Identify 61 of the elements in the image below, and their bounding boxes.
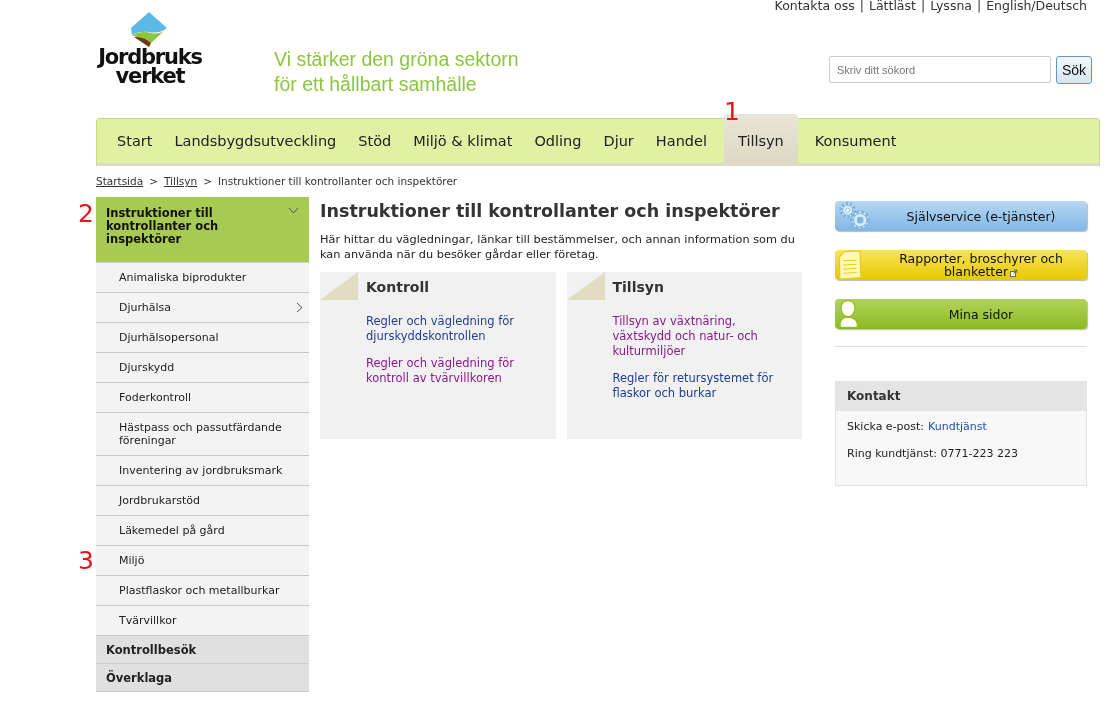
sidebar-subitem[interactable]: Foderkontroll	[96, 383, 309, 413]
sidebar-item[interactable]: Överklaga	[96, 664, 309, 692]
sidebar-subitem[interactable]: Läkemedel på gård	[96, 516, 309, 546]
sidebar-subitem[interactable]: Djurhälsopersonal	[96, 323, 309, 353]
chevron-right-icon	[296, 302, 303, 313]
logo-text: Jordbruks verket	[98, 48, 202, 86]
sidebar-subitem[interactable]: Hästpass och passutfärdande föreningar	[96, 413, 309, 456]
service-button[interactable]: Mina sidor	[835, 299, 1087, 329]
nav-tab[interactable]: Konsument	[803, 119, 908, 163]
utility-link[interactable]: Lyssna	[930, 0, 972, 13]
annotation-number: 2	[78, 201, 94, 226]
breadcrumb-current: Instruktioner till kontrollanter och inspektörer	[217, 175, 458, 187]
corner-fold-icon	[320, 272, 358, 300]
corner-fold-icon	[566, 272, 605, 300]
breadcrumb-separator: >	[149, 175, 158, 187]
card-title: Kontroll	[366, 279, 429, 295]
tagline: Vi stärker den gröna sektorn för ett hållbart samhälle	[274, 47, 519, 97]
nav-tab[interactable]: Djur	[592, 119, 645, 163]
nav-tab[interactable]: Handel	[644, 119, 718, 163]
contact-title: Kontakt	[836, 382, 1086, 411]
card-link[interactable]: Regler och vägledning för djurskyddskontrollen	[366, 314, 546, 344]
annotation-number: 3	[78, 548, 94, 573]
phone-text: Ring kundtjänst: 0771-223 223	[847, 447, 1019, 461]
sidebar-subitem[interactable]: Tvärvillkor	[96, 606, 309, 636]
sidebar-subitem[interactable]: Inventering av jordbruksmark	[96, 456, 309, 486]
card-link[interactable]: Regler för retursystemet för flaskor och burkar	[612, 371, 792, 401]
card-title: Tillsyn	[612, 279, 664, 295]
search-button[interactable]: Sök	[1055, 56, 1092, 84]
utility-link[interactable]: Kontakta oss	[774, 0, 855, 13]
intro-text: Här hittar du vägledningar, länkar till bestämmelser, och annan information som du kan använda när du besöker gårdar eller företag.	[320, 232, 796, 262]
sidebar-subitem[interactable]: Djurhälsa	[96, 293, 309, 323]
email-link[interactable]: Kundtjänst	[928, 420, 987, 433]
breadcrumb-link[interactable]: Startsida	[96, 175, 144, 187]
nav-tab[interactable]: Odling	[523, 119, 593, 163]
card-link[interactable]: Regler och vägledning för kontroll av tvärvillkoren	[366, 356, 546, 386]
search-field[interactable]: Skriv ditt sökord	[828, 56, 1051, 83]
nav-tab[interactable]: Landsbygdsutveckling	[163, 119, 348, 163]
link-separator: |	[920, 0, 926, 13]
service-button[interactable]: Självservice (e-tjänster)	[835, 201, 1087, 231]
breadcrumb-separator: >	[203, 175, 212, 187]
chevron-down-icon	[288, 207, 299, 214]
nav-tab[interactable]: Start	[106, 119, 164, 163]
sidebar-subitem[interactable]: Jordbrukarstöd	[96, 486, 309, 516]
sidebar-subitem[interactable]: Miljö	[96, 546, 309, 576]
logo-icon	[129, 12, 169, 48]
nav-tab[interactable]: Miljö & klimat	[402, 119, 524, 163]
sidebar-item[interactable]: Instruktioner till kontrollanter och inspektörer	[96, 197, 309, 263]
card-link[interactable]: Tillsyn av växtnäring, växtskydd och natur- och kulturmiljöer	[612, 314, 792, 359]
breadcrumb-link[interactable]: Tillsyn	[163, 175, 198, 187]
sidebar-subitem[interactable]: Animaliska biprodukter	[96, 263, 309, 293]
sidebar-subitem[interactable]: Djurskydd	[96, 353, 309, 383]
link-separator: |	[977, 0, 982, 13]
email-label: Skicka e-post:	[847, 420, 925, 433]
page-title: Instruktioner till kontrollanter och inspektörer	[320, 200, 781, 222]
sidebar-item[interactable]: Kontrollbesök	[96, 636, 309, 664]
sidebar-subitem[interactable]: Plastflaskor och metallburkar	[96, 576, 309, 606]
utility-link[interactable]: Lättläst	[868, 0, 916, 13]
nav-tab[interactable]: Stöd	[347, 119, 403, 163]
service-button[interactable]: Rapporter, broschyrer och blanketter	[835, 250, 1087, 280]
link-separator: |	[859, 0, 864, 13]
utility-link[interactable]: English/Deutsch	[986, 0, 1087, 13]
